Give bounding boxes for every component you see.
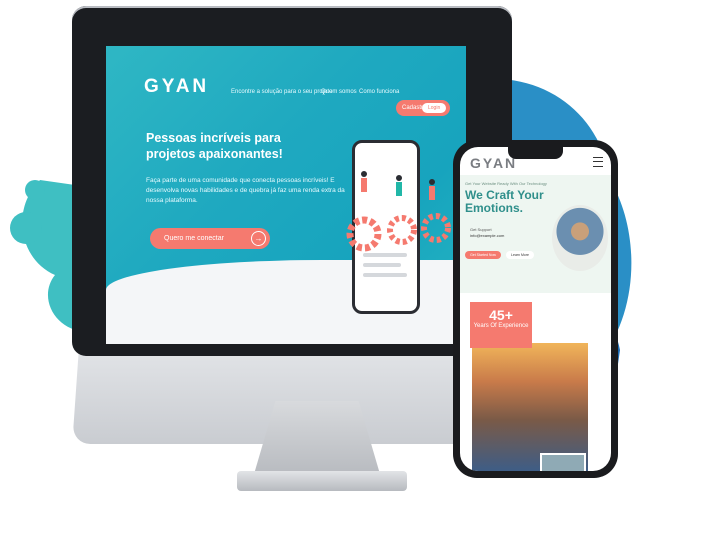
get-started-button[interactable]: Get Started Now bbox=[465, 251, 501, 259]
gyan-logo[interactable]: GYAN bbox=[144, 76, 209, 98]
arrow-right-icon: → bbox=[251, 231, 266, 246]
hero-description: Faça parte de uma comunidade que conecta… bbox=[146, 177, 345, 204]
hero-person-photo bbox=[552, 205, 608, 271]
desktop-screen: GYAN Encontre a solução para o seu proje… bbox=[106, 46, 466, 344]
nav-link-solution[interactable]: Encontre a solução para o seu projeto bbox=[231, 89, 332, 95]
experience-label: Years Of Experience bbox=[473, 323, 529, 329]
mobile-hero-title: We Craft Your Emotions. bbox=[465, 188, 544, 215]
mobile-phone: GYAN Get Your Website Ready With Our Tec… bbox=[453, 140, 618, 478]
phone-notch bbox=[508, 147, 563, 159]
mobile-logo[interactable]: GYAN bbox=[470, 155, 517, 171]
hero-title: Pessoas incríveis para projetos apaixona… bbox=[146, 131, 283, 161]
login-button[interactable]: Login bbox=[422, 103, 446, 113]
nav-link-about[interactable]: Quem somos bbox=[321, 89, 357, 95]
team-photo bbox=[472, 343, 588, 471]
mobile-hero: Get Your Website Ready With Our Technolo… bbox=[460, 175, 611, 293]
mobile-tagline: Get Your Website Ready With Our Technolo… bbox=[465, 181, 547, 186]
desktop-monitor: GYAN Encontre a solução para o seu proje… bbox=[72, 6, 512, 491]
hamburger-icon[interactable] bbox=[593, 157, 603, 167]
mobile-screen: GYAN Get Your Website Ready With Our Tec… bbox=[460, 147, 611, 471]
gears-people-illustration bbox=[346, 171, 451, 252]
illustration-line bbox=[363, 273, 407, 277]
nav-link-how-it-works[interactable]: Como funciona bbox=[359, 89, 399, 95]
signup-button[interactable]: Cadastrar Login bbox=[396, 100, 450, 116]
connect-cta-button[interactable]: Quero me conectar → bbox=[150, 228, 270, 249]
thumbnail-photo bbox=[540, 453, 586, 471]
experience-badge: 45+ Years Of Experience bbox=[470, 302, 532, 348]
monitor-foot bbox=[237, 471, 407, 491]
support-email[interactable]: info@example.com bbox=[470, 233, 504, 238]
cta-label: Quero me conectar bbox=[164, 235, 224, 242]
experience-number: 45+ bbox=[489, 307, 513, 323]
learn-more-button[interactable]: Learn More bbox=[506, 251, 534, 259]
support-caption: Get Support bbox=[470, 227, 492, 232]
login-label: Login bbox=[428, 105, 441, 111]
